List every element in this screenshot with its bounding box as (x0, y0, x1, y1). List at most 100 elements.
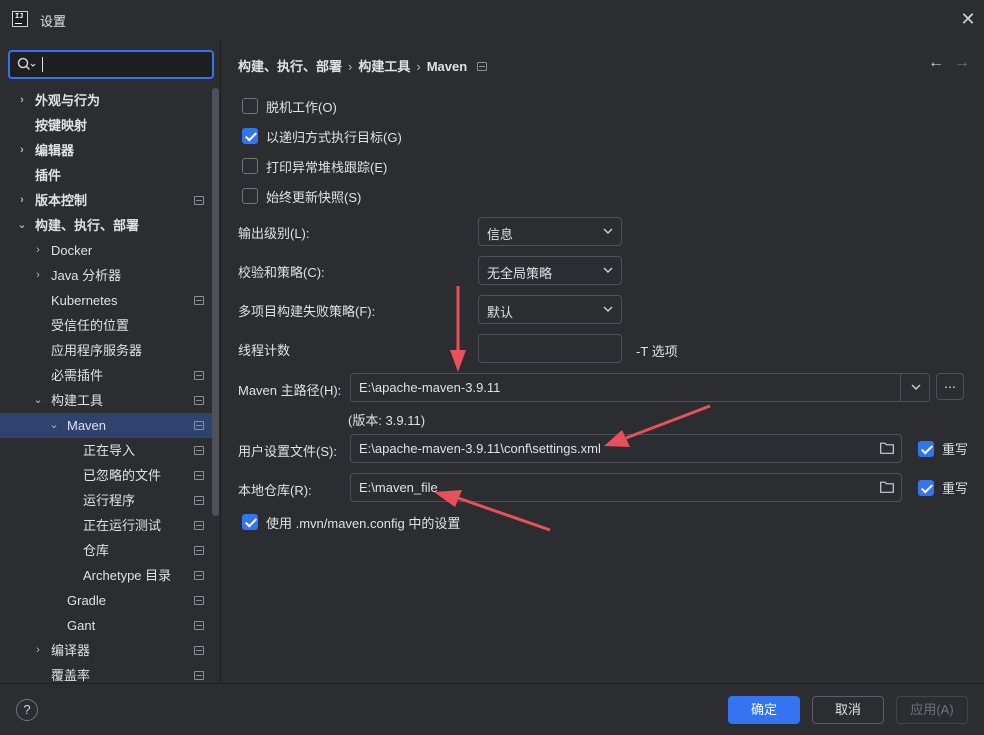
maven-version-text: (版本: 3.9.11) (348, 413, 426, 428)
cancel-button[interactable]: 取消 (812, 696, 884, 724)
stacktrace-label: 打印异常堆栈跟踪(E) (266, 159, 388, 175)
sidebar-item[interactable]: 正在运行测试 (0, 513, 212, 538)
recursive-row[interactable]: 以递归方式执行目标(G) (242, 126, 402, 146)
sidebar-item[interactable]: Archetype 目录 (0, 563, 212, 588)
project-level-icon (194, 646, 204, 655)
ok-button[interactable]: 确定 (728, 696, 800, 724)
sidebar-item[interactable]: › Java 分析器 (0, 263, 212, 288)
help-icon[interactable]: ? (16, 699, 38, 721)
sidebar-item[interactable]: ⌄ Maven (0, 413, 212, 438)
user-settings-override[interactable]: 重写 (918, 439, 968, 458)
forward-arrow-icon[interactable]: → (954, 54, 970, 72)
folder-icon[interactable] (880, 481, 894, 493)
sidebar-item-label: 构建工具 (51, 393, 104, 408)
stacktrace-row[interactable]: 打印异常堆栈跟踪(E) (242, 156, 387, 176)
offline-row[interactable]: 脱机工作(O) (242, 96, 337, 116)
user-settings-override-checkbox[interactable] (918, 440, 934, 457)
sidebar-item-label: Docker (51, 243, 93, 258)
breadcrumb: 构建、执行、部署 › 构建工具 › Maven (238, 56, 488, 75)
window-title: 设置 (40, 14, 67, 29)
sidebar-item[interactable]: ⌄ 构建工具 (0, 388, 212, 413)
sidebar-item-label: 应用程序服务器 (51, 343, 143, 358)
local-repo-override-checkbox[interactable] (918, 479, 934, 496)
combo-divider (900, 374, 901, 401)
snapshots-row[interactable]: 始终更新快照(S) (242, 186, 361, 206)
chevron-down-icon[interactable]: ⌄ (32, 388, 44, 413)
sidebar-item-label: 运行程序 (83, 493, 136, 508)
chevron-right-icon[interactable]: › (32, 238, 44, 263)
thread-count-label: 线程计数 (238, 343, 291, 358)
sidebar-item-label: 正在导入 (83, 443, 136, 458)
settings-search-box[interactable] (8, 50, 214, 79)
sidebar-item[interactable]: 仓库 (0, 538, 212, 563)
apply-button[interactable]: 应用(A) (896, 696, 968, 724)
mvn-config-row[interactable]: 使用 .mvn/maven.config 中的设置 (242, 512, 460, 532)
sidebar-item[interactable]: Kubernetes (0, 288, 212, 313)
sidebar-item[interactable]: › Docker (0, 238, 212, 263)
sidebar-item[interactable]: 插件 (0, 163, 212, 188)
maven-home-combobox[interactable]: E:\apache-maven-3.9.11 (350, 373, 930, 402)
sidebar-item[interactable]: 必需插件 (0, 363, 212, 388)
update-snapshots-checkbox[interactable] (242, 188, 258, 204)
sidebar-item[interactable]: › 外观与行为 (0, 88, 212, 113)
folder-icon[interactable] (880, 442, 894, 454)
sidebar-item-label: Java 分析器 (51, 268, 122, 283)
chevron-down-icon[interactable]: ⌄ (16, 213, 28, 238)
multiproject-fail-dropdown[interactable]: 默认 (478, 295, 622, 324)
project-level-icon (477, 62, 488, 71)
offline-checkbox[interactable] (242, 98, 258, 114)
search-icon[interactable] (16, 56, 36, 74)
output-level-value: 信息 (487, 227, 514, 242)
chevron-down-icon[interactable] (911, 382, 921, 392)
sidebar-item[interactable]: 覆盖率 (0, 663, 212, 683)
stacktrace-checkbox[interactable] (242, 158, 258, 174)
checksum-policy-value: 无全局策略 (487, 266, 553, 281)
sidebar-item[interactable]: › 编辑器 (0, 138, 212, 163)
chevron-right-icon[interactable]: › (16, 88, 28, 113)
maven-home-browse-button[interactable]: ... (936, 373, 964, 400)
sidebar-item[interactable]: ⌄ 构建、执行、部署 (0, 213, 212, 238)
local-repo-override[interactable]: 重写 (918, 478, 968, 497)
chevron-right-icon[interactable]: › (16, 188, 28, 213)
multiproject-fail-value: 默认 (487, 305, 514, 320)
sidebar-item-label: 按键映射 (35, 118, 88, 133)
recursive-goals-checkbox[interactable] (242, 128, 258, 144)
local-repo-input[interactable]: E:\maven_file (350, 473, 902, 502)
sidebar-item[interactable]: 已忽略的文件 (0, 463, 212, 488)
user-settings-input[interactable]: E:\apache-maven-3.9.11\conf\settings.xml (350, 434, 902, 463)
chevron-down-icon (603, 267, 613, 273)
chevron-right-icon[interactable]: › (16, 138, 28, 163)
recursive-goals-label: 以递归方式执行目标(G) (266, 129, 402, 145)
settings-search-input[interactable] (40, 55, 210, 74)
text-caret (42, 57, 43, 72)
user-settings-value: E:\apache-maven-3.9.11\conf\settings.xml (359, 441, 601, 456)
thread-count-input[interactable] (478, 334, 622, 363)
sidebar-scrollbar[interactable] (212, 88, 219, 516)
breadcrumb-build-tools[interactable]: 构建工具 (358, 59, 410, 74)
local-repo-label: 本地仓库(R): (238, 483, 312, 498)
mvn-config-checkbox[interactable] (242, 514, 258, 530)
sidebar-item[interactable]: 按键映射 (0, 113, 212, 138)
sidebar-item[interactable]: 受信任的位置 (0, 313, 212, 338)
sidebar-item[interactable]: › 版本控制 (0, 188, 212, 213)
chevron-right-icon[interactable]: › (32, 638, 44, 663)
project-level-icon (194, 521, 204, 530)
back-arrow-icon[interactable]: ← (928, 54, 944, 72)
output-level-dropdown[interactable]: 信息 (478, 217, 622, 246)
output-level-label: 输出级别(L): (238, 226, 310, 241)
sidebar-item-label: Kubernetes (51, 293, 118, 308)
project-level-icon (194, 371, 204, 380)
breadcrumb-build-exec-deploy[interactable]: 构建、执行、部署 (238, 59, 342, 74)
sidebar-item[interactable]: 正在导入 (0, 438, 212, 463)
checksum-policy-dropdown[interactable]: 无全局策略 (478, 256, 622, 285)
sidebar-item[interactable]: › 编译器 (0, 638, 212, 663)
intellij-app-icon: IJ (12, 11, 28, 27)
close-icon[interactable]: ✕ (958, 9, 978, 29)
chevron-right-icon[interactable]: › (32, 263, 44, 288)
sidebar-item[interactable]: Gant (0, 613, 212, 638)
sidebar-item[interactable]: 应用程序服务器 (0, 338, 212, 363)
chevron-down-icon[interactable]: ⌄ (48, 413, 60, 438)
sidebar-item[interactable]: 运行程序 (0, 488, 212, 513)
sidebar-item-label: 插件 (35, 168, 62, 183)
sidebar-item[interactable]: Gradle (0, 588, 212, 613)
